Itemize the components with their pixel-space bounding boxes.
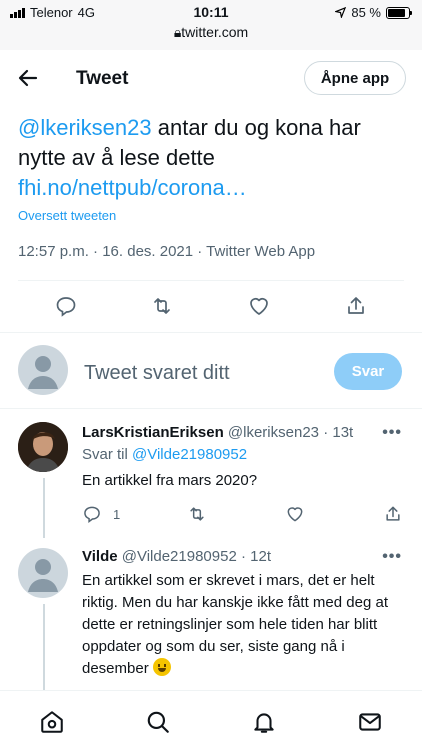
translate-link[interactable]: Oversett tweeten — [18, 208, 116, 223]
battery-fill — [388, 8, 405, 17]
back-arrow-icon[interactable] — [16, 66, 40, 90]
more-options-icon[interactable]: ••• — [382, 424, 402, 442]
reply-to-label: Svar til — [82, 446, 133, 463]
reply-composer: Tweet svaret ditt Svar — [0, 340, 422, 406]
reply-submit-button[interactable]: Svar — [334, 353, 402, 390]
url-text: twitter.com — [181, 24, 249, 40]
notifications-icon[interactable] — [251, 709, 277, 735]
reply-header: Vilde @Vilde21980952 · 12t — [82, 548, 271, 565]
mention-link[interactable]: @lkeriksen23 — [18, 115, 152, 140]
messages-icon[interactable] — [357, 709, 383, 735]
reply-count: 1 — [113, 507, 121, 522]
battery-icon — [386, 6, 412, 19]
status-right: 85 % — [335, 5, 412, 20]
tweet-actions — [0, 286, 422, 326]
tweet-header: Tweet Åpne app — [0, 50, 422, 105]
author-handle[interactable]: @lkeriksen23 — [228, 424, 319, 441]
like-icon[interactable] — [247, 294, 271, 318]
author-name[interactable]: Vilde — [82, 548, 118, 565]
thread-line — [43, 478, 45, 538]
reply-time: · 12t — [240, 548, 271, 565]
reply-to: Svar til @Vilde21980952 — [82, 446, 247, 463]
page-title: Tweet — [76, 68, 129, 89]
tweet-text: @lkeriksen23 antar du og kona har nytte … — [18, 113, 408, 203]
default-avatar-icon — [28, 559, 58, 592]
reply-to-handle[interactable]: @Vilde21980952 — [132, 446, 247, 463]
reply-icon[interactable] — [54, 294, 78, 318]
reply-icon[interactable] — [82, 504, 102, 524]
author-handle[interactable]: @Vilde21980952 — [122, 548, 237, 565]
reply-text-container: En artikkel som er skrevet i mars, det e… — [82, 570, 402, 680]
default-avatar-icon — [28, 356, 58, 389]
reply-input[interactable]: Tweet svaret ditt — [84, 362, 230, 385]
reply-text: En artikkel som er skrevet i mars, det e… — [82, 572, 388, 677]
like-icon[interactable] — [285, 504, 305, 524]
avatar[interactable] — [18, 548, 68, 598]
tweet-meta: 12:57 p.m. · 16. des. 2021 · Twitter Web… — [18, 243, 316, 260]
share-icon[interactable] — [383, 504, 403, 524]
location-icon — [335, 7, 347, 18]
retweet-icon[interactable] — [150, 294, 174, 318]
profile-photo — [18, 422, 68, 472]
divider — [0, 332, 422, 333]
reply-header: LarsKristianEriksen @lkeriksen23 · 13t — [82, 424, 353, 441]
tweet-link[interactable]: fhi.no/nettpub/corona… — [18, 175, 247, 200]
open-app-button[interactable]: Åpne app — [304, 61, 406, 95]
bottom-tab-bar — [0, 690, 422, 751]
share-icon[interactable] — [344, 294, 368, 318]
avatar[interactable] — [18, 422, 68, 472]
divider — [18, 280, 404, 281]
status-bar: Telenor 4G 10:11 🔒︎twitter.com 85 % — [0, 0, 422, 50]
thread-line — [43, 604, 45, 690]
home-icon[interactable] — [39, 709, 65, 735]
url-bar[interactable]: 🔒︎twitter.com — [0, 24, 422, 41]
more-options-icon[interactable]: ••• — [382, 548, 402, 566]
reply-time: · 13t — [323, 424, 354, 441]
search-icon[interactable] — [145, 709, 171, 735]
avatar — [18, 345, 68, 395]
reply-text: En artikkel fra mars 2020? — [82, 472, 258, 489]
divider — [0, 408, 422, 409]
battery-percent: 85 % — [351, 5, 381, 20]
author-name[interactable]: LarsKristianEriksen — [82, 424, 224, 441]
grinning-face-emoji-icon — [152, 658, 171, 676]
retweet-icon[interactable] — [187, 504, 207, 524]
